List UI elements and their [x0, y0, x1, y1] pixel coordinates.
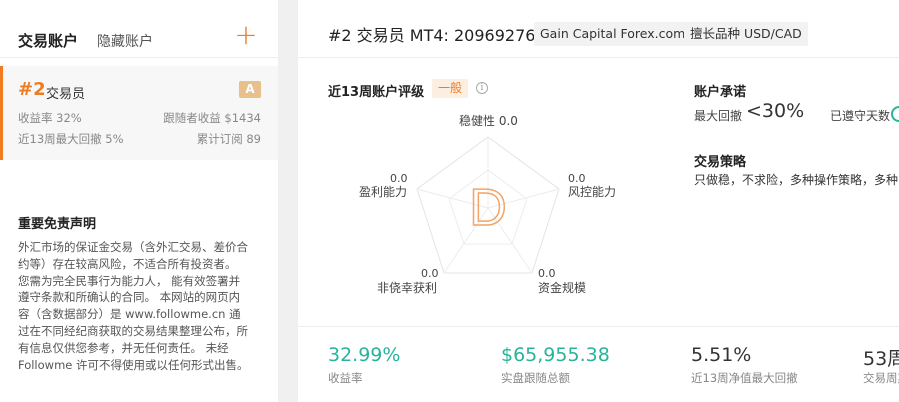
promise-drawdown-label: 最大回撤: [694, 109, 743, 123]
metric-value-return: 32.99%: [328, 344, 401, 366]
radar-label-stability: 稳健性 0.0: [459, 114, 518, 128]
metric-label-return: 收益率: [328, 371, 363, 385]
disclaimer-text: 外汇市场的保证金交易（含外汇交易、差价合 约等）存在较高风险，不适合所有投资者。…: [18, 239, 263, 373]
strategy-title: 交易策略: [694, 155, 747, 170]
broker-tag: Gain Capital Forex.com: [534, 22, 692, 46]
account-detail: #2 交易员 MT4: 20969276 Gain Capital Forex.…: [298, 0, 899, 402]
disclaimer-line: 容（含数据部分）是 www.followme.cn 通: [18, 307, 241, 322]
card-total-subscriptions: 累计订阅 89: [196, 132, 261, 146]
tab-hidden-accounts[interactable]: 隐藏账户: [97, 31, 153, 51]
rating-grade-letter: D: [469, 179, 507, 237]
rating-title: 近13周账户评级: [328, 85, 425, 100]
account-tabs: 交易账户 隐藏账户 +: [0, 10, 278, 58]
account-rank: #2: [18, 79, 46, 100]
disclaimer-line: 过在不同经纪商获取的交易结果整理公布，所: [18, 323, 248, 338]
card-follower-profit: 跟随者收益 $1434: [163, 111, 261, 125]
account-title: #2 交易员 MT4: 20969276: [328, 26, 536, 45]
radar-label-profitability: 盈利能力: [359, 185, 408, 199]
radar-svg: D: [416, 136, 560, 274]
disclaimer-line: 有信息仅供您参考，并无任何责任。 未经: [18, 340, 229, 355]
disclaimer-title: 重要免责声明: [18, 217, 97, 232]
metric-label-drawdown: 近13周净值最大回撤: [691, 371, 798, 385]
disclaimer-line: 外汇市场的保证金交易（含外汇交易、差价合: [18, 240, 248, 254]
promise-title: 账户承诺: [694, 85, 747, 100]
radar-label-capital-scale: 资金规模: [538, 281, 587, 295]
grade-badge: A: [239, 81, 261, 98]
disclaimer-line: Followme 许可不得使用或以任何形式出售。: [18, 357, 249, 372]
days-kept-indicator: [891, 106, 899, 122]
specialty-tag: 擅长品种 USD/CAD: [684, 22, 808, 46]
rating-level-badge: 一般: [432, 79, 469, 98]
strategy-text: 只做稳，不求险，多种操作策略，多种: [694, 173, 899, 187]
divider: [298, 326, 899, 327]
disclaimer-line: 您需为完全民事行为能力人， 能有效签署并: [18, 273, 241, 288]
metric-label-period: 交易周期: [863, 371, 899, 385]
disclaimer-line: 约等）存在较高风险，不适合所有投资者。: [18, 256, 237, 271]
info-icon[interactable]: i: [476, 82, 488, 94]
metric-value-drawdown: 5.51%: [691, 344, 752, 366]
promise-days-label: 已遵守天数: [830, 109, 891, 123]
card-max-drawdown: 近13周最大回撤 5%: [18, 132, 124, 146]
tab-trading-accounts[interactable]: 交易账户: [18, 30, 78, 51]
promise-drawdown-value: <30%: [746, 100, 805, 122]
account-role: 交易员: [46, 87, 86, 102]
account-card[interactable]: #2 交易员 A 收益率 32% 跟随者收益 $1434 近13周最大回撤 5%…: [0, 66, 278, 160]
radar-label-non-luck: 非侥幸获利: [377, 281, 438, 295]
add-account-button[interactable]: +: [234, 21, 258, 49]
account-header: #2 交易员 MT4: 20969276 Gain Capital Forex.…: [298, 8, 899, 58]
metric-value-follow-total: $65,955.38: [501, 344, 610, 366]
metric-value-period: 53周: [863, 348, 899, 370]
disclaimer-line: 遵守条款和所确认的合同。 本网站的网页内: [18, 290, 241, 305]
radar-label-risk-control: 风控能力: [568, 185, 617, 199]
account-sidebar: 交易账户 隐藏账户 + #2 交易员 A 收益率 32% 跟随者收益 $1434…: [0, 0, 278, 402]
card-return-rate: 收益率 32%: [18, 111, 82, 125]
radar-chart: D 稳健性 0.0 0.0 风控能力 0.0 资金规模 0.0 非侥幸获利 0.…: [328, 105, 648, 305]
metric-label-follow-total: 实盘跟随总额: [501, 371, 570, 385]
